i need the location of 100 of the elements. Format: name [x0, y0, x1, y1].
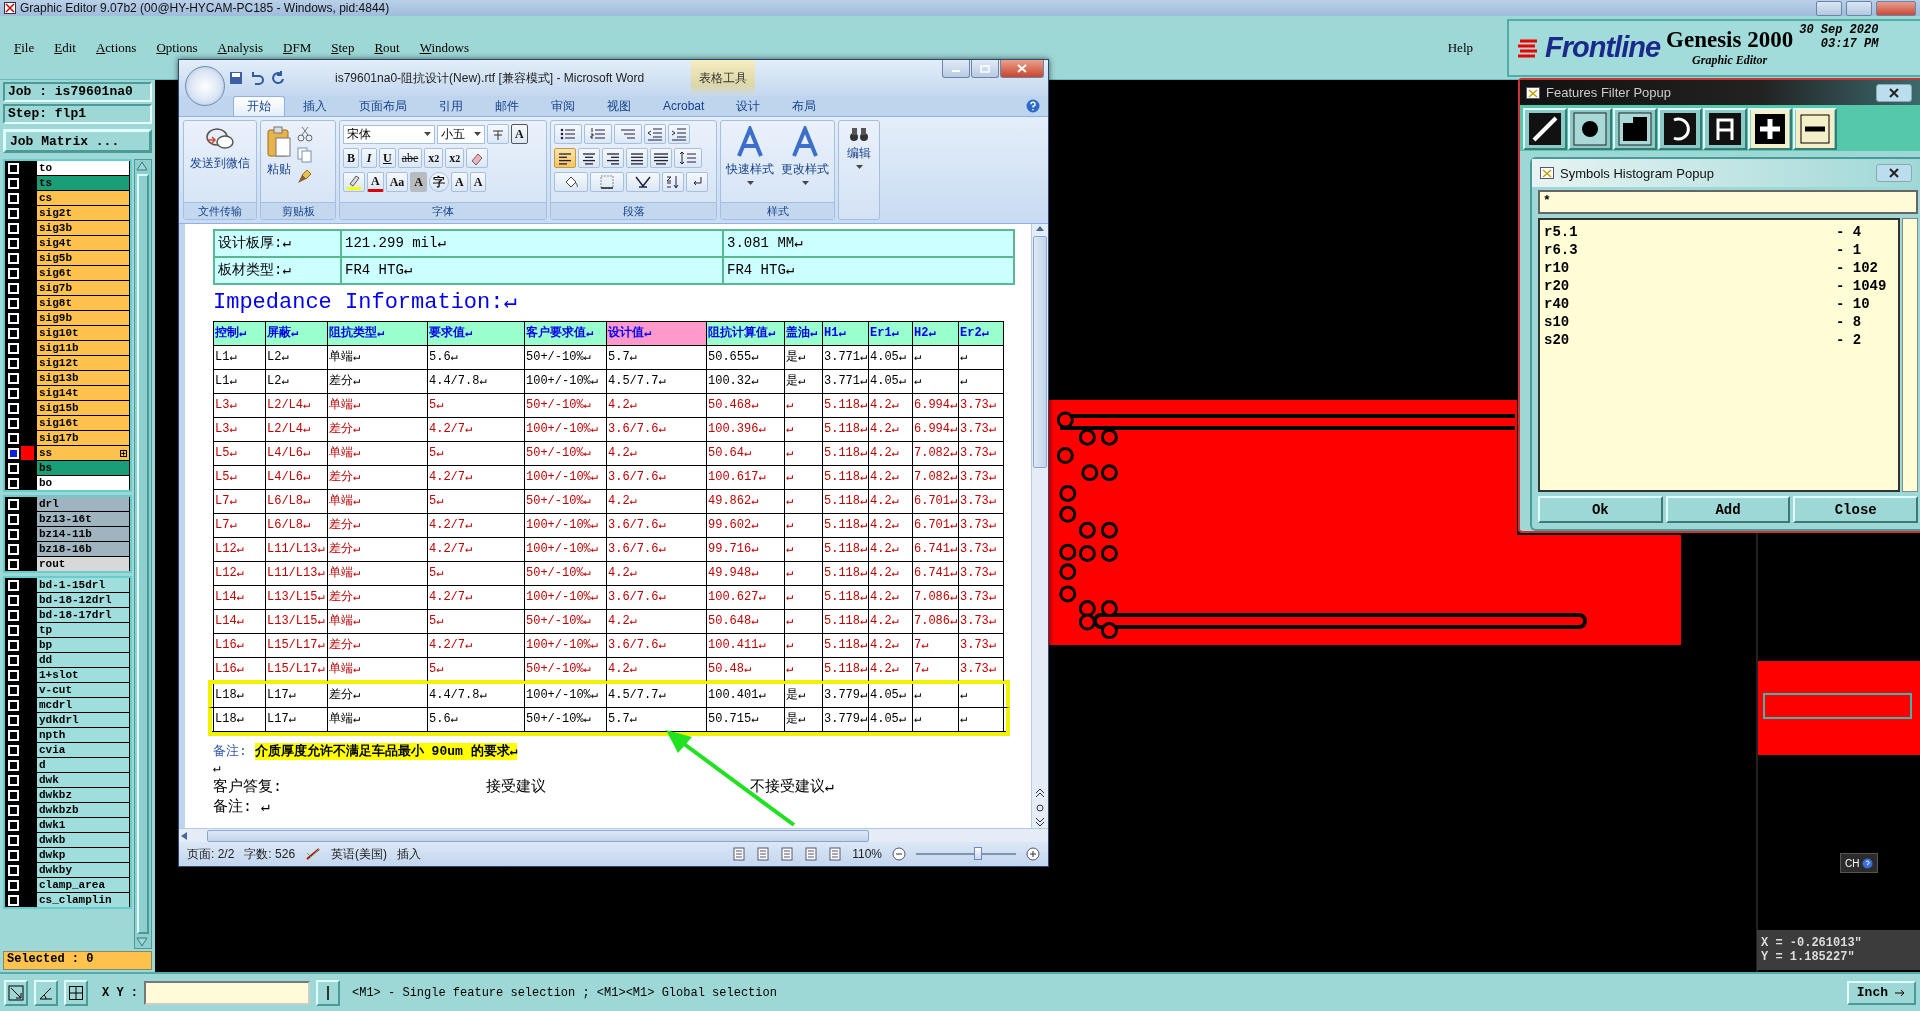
style-button[interactable]: 快速样式	[724, 124, 776, 187]
ribbon-tab[interactable]: Acrobat	[649, 96, 719, 116]
layer-checkbox[interactable]	[8, 372, 19, 384]
menu-item[interactable]: File	[14, 39, 35, 56]
layer-checkbox[interactable]	[8, 609, 19, 621]
maximize-button[interactable]	[971, 60, 999, 78]
layer-checkbox[interactable]	[8, 498, 19, 510]
layer-checkbox[interactable]	[8, 804, 19, 816]
layer-checkbox[interactable]	[8, 849, 19, 861]
layer-checkbox[interactable]	[8, 543, 19, 555]
layer-item[interactable]: cvia	[37, 743, 129, 757]
layer-item[interactable]: cs	[37, 191, 129, 205]
menu-item[interactable]: DFM	[283, 39, 312, 56]
layer-checkbox[interactable]	[8, 477, 19, 489]
layer-item[interactable]: npth	[37, 728, 129, 742]
proofing-icon[interactable]	[305, 847, 322, 861]
layer-checkbox[interactable]	[8, 162, 19, 174]
show-marks-button[interactable]	[686, 172, 708, 192]
ribbon-tab[interactable]: 视图	[593, 96, 645, 116]
ribbon-tab[interactable]: 邮件	[481, 96, 533, 116]
dialog-button[interactable]: Add	[1665, 496, 1791, 523]
scrollbar[interactable]	[1031, 224, 1048, 828]
align-button[interactable]	[554, 148, 576, 168]
layer-item[interactable]: bd-18-12drl	[37, 593, 129, 607]
browse-icon[interactable]	[1035, 788, 1045, 828]
layer-checkbox[interactable]	[8, 528, 19, 540]
layer-checkbox[interactable]	[8, 513, 19, 525]
menu-item[interactable]: Edit	[54, 39, 76, 56]
style-button[interactable]: 更改样式	[779, 124, 831, 187]
menu-item[interactable]: Help	[1447, 39, 1473, 56]
layer-item[interactable]: bz14-11b	[37, 527, 129, 541]
minimize-button[interactable]	[1816, 0, 1842, 16]
layer-item[interactable]: dd	[37, 653, 129, 667]
menu-item[interactable]: Actions	[95, 39, 137, 56]
layer-checkbox[interactable]	[8, 699, 19, 711]
zoom-level[interactable]: 110%	[852, 847, 882, 861]
borders-button[interactable]	[590, 172, 624, 192]
layer-item[interactable]: 1+slot	[37, 668, 129, 682]
tool-button[interactable]	[1748, 108, 1792, 150]
layer-checkbox[interactable]	[8, 357, 19, 369]
layer-item[interactable]: rout	[37, 557, 129, 571]
format-button[interactable]: A	[469, 172, 487, 192]
maximize-button[interactable]	[1846, 0, 1872, 16]
insert-mode[interactable]: 插入	[397, 845, 422, 863]
layer-checkbox[interactable]	[8, 789, 19, 801]
layer-item[interactable]: d	[37, 758, 129, 772]
layer-item[interactable]: dwkbz	[37, 788, 129, 802]
ribbon-tab[interactable]: 开始	[233, 96, 285, 116]
view-icon[interactable]	[732, 847, 747, 861]
tool-button[interactable]	[1793, 108, 1837, 150]
shading-button[interactable]	[554, 172, 588, 192]
layer-item[interactable]: bp	[37, 638, 129, 652]
layer-item[interactable]: ts	[37, 176, 129, 190]
align-button[interactable]	[626, 148, 648, 168]
input-field[interactable]	[144, 980, 310, 1005]
layer-item[interactable]: sig10t	[37, 326, 129, 340]
layer-checkbox[interactable]	[8, 729, 19, 741]
align-button[interactable]	[578, 148, 600, 168]
scroll-down-icon[interactable]	[135, 936, 149, 948]
layer-item[interactable]: sig7b	[37, 281, 129, 295]
symbol-name[interactable]: r10	[1544, 259, 1836, 277]
layer-checkbox[interactable]	[8, 312, 19, 324]
scrollbar[interactable]	[179, 828, 1048, 842]
save-icon[interactable]	[229, 71, 243, 85]
toolbar-button[interactable]	[316, 979, 340, 1006]
close-button[interactable]	[1876, 83, 1912, 102]
layer-item[interactable]: to	[37, 161, 129, 175]
layer-checkbox[interactable]	[8, 864, 19, 876]
layer-checkbox[interactable]	[8, 462, 19, 474]
dialog-button[interactable]: Close	[1793, 496, 1918, 523]
layer-checkbox[interactable]	[8, 639, 19, 651]
paste-button[interactable]: 粘贴	[264, 124, 294, 180]
symbol-name[interactable]: r6.3	[1544, 241, 1836, 259]
layer-item[interactable]: sig2t	[37, 206, 129, 220]
tool-button[interactable]	[1523, 108, 1567, 150]
redo-icon[interactable]	[271, 71, 285, 85]
highlight-button[interactable]	[343, 172, 365, 192]
layer-item[interactable]: dwkb	[37, 833, 129, 847]
layer-checkbox[interactable]	[8, 654, 19, 666]
menu-item[interactable]: Options	[156, 39, 198, 56]
layer-checkbox[interactable]	[8, 297, 19, 309]
layer-checkbox[interactable]	[8, 624, 19, 636]
scrollbar[interactable]	[1902, 218, 1918, 492]
dialog-button[interactable]: Ok	[1538, 496, 1663, 523]
layer-item[interactable]: bd-1-15drl	[37, 578, 129, 592]
size-dropdown[interactable]: 小五	[437, 124, 485, 144]
job-matrix-button[interactable]: Job Matrix ...	[3, 129, 152, 153]
format-button[interactable]: Aa	[385, 172, 409, 192]
layer-checkbox[interactable]	[8, 237, 19, 249]
layer-checkbox[interactable]	[8, 558, 19, 570]
layer-item[interactable]: sig13b	[37, 371, 129, 385]
layer-checkbox[interactable]	[8, 744, 19, 756]
layer-item[interactable]: v-cut	[37, 683, 129, 697]
bullets-button[interactable]	[554, 124, 582, 144]
slider-thumb[interactable]	[974, 847, 982, 860]
layer-item[interactable]: sig3b	[37, 221, 129, 235]
format-button[interactable]: A	[451, 172, 468, 192]
menu-item[interactable]: Windows	[419, 39, 469, 56]
layer-checkbox[interactable]	[8, 177, 19, 189]
view-icon[interactable]	[828, 847, 843, 861]
